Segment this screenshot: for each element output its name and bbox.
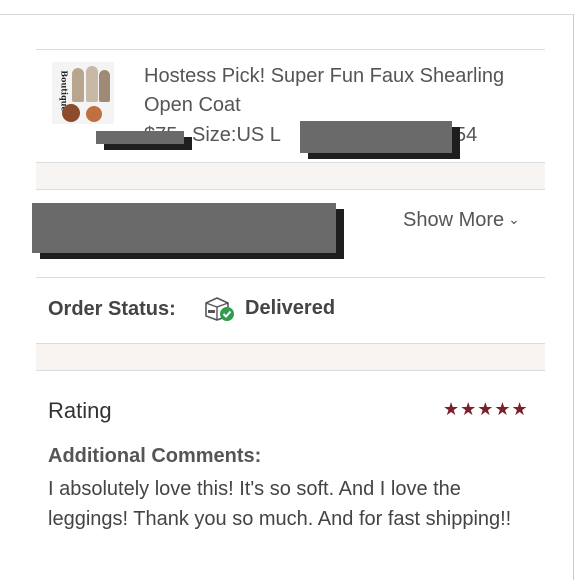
- product-meta-tail: 54: [455, 124, 478, 146]
- delivered-box-icon: [205, 297, 234, 321]
- redaction-block: [32, 203, 336, 253]
- thumbnail-badge: [62, 104, 80, 122]
- redaction-block: [300, 121, 452, 153]
- divider: [36, 49, 545, 50]
- section-gap: [36, 344, 545, 370]
- order-status-value: Delivered: [245, 297, 336, 319]
- thumbnail-figure: [72, 68, 84, 102]
- rating-stars: ★★★★★: [443, 399, 529, 419]
- thumbnail-figure: [86, 66, 98, 102]
- product-thumbnail[interactable]: Boutique: [52, 62, 114, 124]
- order-status-label: Order Status:: [48, 298, 176, 320]
- section-gap: [36, 163, 545, 189]
- divider: [36, 189, 545, 190]
- rating-heading: Rating: [48, 398, 112, 423]
- additional-comments-label: Additional Comments:: [48, 445, 262, 467]
- divider: [36, 277, 545, 278]
- chevron-down-icon: ⌄: [508, 211, 520, 227]
- thumbnail-badge: [86, 106, 102, 122]
- redaction-block: [96, 131, 184, 144]
- show-more-button[interactable]: Show More ⌄: [403, 207, 520, 232]
- additional-comments-text: I absolutely love this! It's so soft. An…: [48, 478, 512, 530]
- product-size: Size:US L: [192, 124, 281, 146]
- thumbnail-figure: [99, 70, 110, 102]
- product-title[interactable]: Hostess Pick! Super Fun Faux Shearling O…: [144, 62, 514, 120]
- divider: [36, 370, 545, 371]
- show-more-label: Show More: [403, 209, 505, 231]
